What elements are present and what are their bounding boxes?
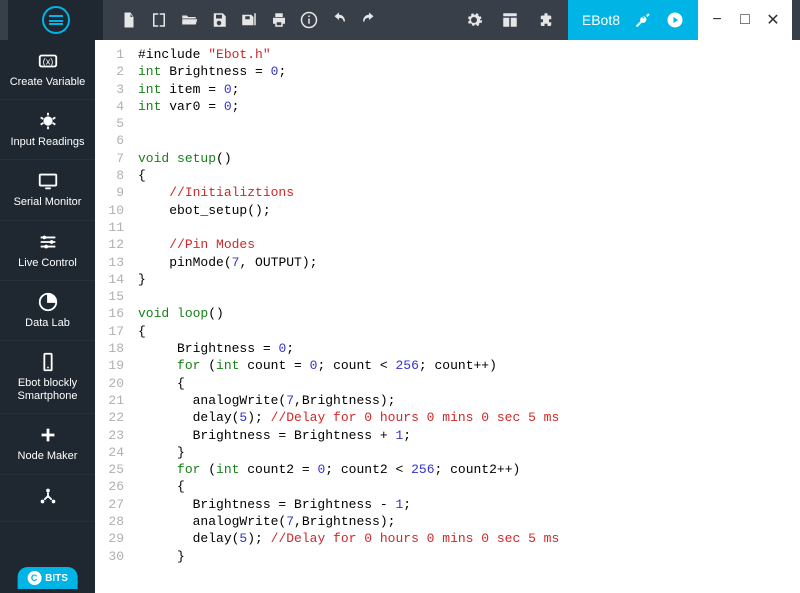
code-line: Brightness = Brightness - 1;	[138, 496, 800, 513]
sidebar-item-label: Data Lab	[25, 317, 70, 330]
undo-icon[interactable]	[325, 6, 353, 34]
smartphone-icon	[37, 351, 59, 373]
gear-icon[interactable]	[460, 6, 488, 34]
svg-text:(x): (x)	[42, 57, 53, 67]
sidebar-item-label: Node Maker	[18, 450, 78, 463]
sidebar-item-label: Create Variable	[10, 76, 86, 89]
code-line: void loop()	[138, 305, 800, 322]
code-line: Brightness = 0;	[138, 340, 800, 357]
network-icon	[37, 485, 59, 507]
variable-icon: (x)	[37, 50, 59, 72]
maximize-icon[interactable]: □	[736, 11, 754, 29]
code-area[interactable]: #include "Ebot.h"int Brightness = 0;int …	[130, 40, 800, 593]
bug-icon	[37, 110, 59, 132]
plus-icon	[37, 424, 59, 446]
toolbar: EBot8 − □ ✕	[0, 0, 800, 40]
sidebar-item-serial-monitor[interactable]: Serial Monitor	[0, 160, 95, 220]
code-line: {	[138, 167, 800, 184]
code-line: delay(5); //Delay for 0 hours 0 mins 0 s…	[138, 409, 800, 426]
sidebar-item-input-readings[interactable]: Input Readings	[0, 100, 95, 160]
redo-icon[interactable]	[355, 6, 383, 34]
tools-icon[interactable]	[634, 11, 652, 29]
code-line: void setup()	[138, 150, 800, 167]
code-line: {	[138, 323, 800, 340]
code-editor[interactable]: 1234567891011121314151617181920212223242…	[95, 40, 800, 593]
bits-label: BITS	[45, 573, 68, 584]
logo-cell	[8, 0, 103, 40]
book-icon[interactable]	[145, 6, 173, 34]
sidebar-item-node-maker[interactable]: Node Maker	[0, 414, 95, 474]
code-line	[138, 288, 800, 305]
code-line: ebot_setup();	[138, 202, 800, 219]
code-line: //Initializtions	[138, 184, 800, 201]
tab-ebot8[interactable]: EBot8	[568, 0, 698, 40]
code-line: analogWrite(7,Brightness);	[138, 513, 800, 530]
plugin-icon[interactable]	[532, 6, 560, 34]
code-line: }	[138, 548, 800, 565]
code-line: //Pin Modes	[138, 236, 800, 253]
line-gutter: 1234567891011121314151617181920212223242…	[95, 40, 130, 593]
sidebar-item-data-lab[interactable]: Data Lab	[0, 281, 95, 341]
save-icon[interactable]	[205, 6, 233, 34]
bits-c-icon: C	[27, 571, 41, 585]
code-line: analogWrite(7,Brightness);	[138, 392, 800, 409]
bits-badge[interactable]: C BITS	[17, 567, 78, 589]
sidebar-item-create-variable[interactable]: (x) Create Variable	[0, 40, 95, 100]
code-line: }	[138, 444, 800, 461]
new-file-icon[interactable]	[115, 6, 143, 34]
sidebar-item-label: Serial Monitor	[14, 196, 82, 209]
window-controls: − □ ✕	[698, 0, 792, 40]
code-line: int Brightness = 0;	[138, 63, 800, 80]
layout-icon[interactable]	[496, 6, 524, 34]
open-folder-icon[interactable]	[175, 6, 203, 34]
minimize-icon[interactable]: −	[708, 11, 726, 29]
code-line: {	[138, 478, 800, 495]
sidebar: (x) Create Variable Input Readings Seria…	[0, 40, 95, 593]
info-icon[interactable]	[295, 6, 323, 34]
code-line: {	[138, 375, 800, 392]
code-line: for (int count = 0; count < 256; count++…	[138, 357, 800, 374]
code-line: Brightness = Brightness + 1;	[138, 427, 800, 444]
code-line	[138, 219, 800, 236]
code-line: }	[138, 271, 800, 288]
pie-chart-icon	[37, 291, 59, 313]
play-icon[interactable]	[666, 11, 684, 29]
code-line: int var0 = 0;	[138, 98, 800, 115]
sliders-icon	[37, 231, 59, 253]
code-line: int item = 0;	[138, 81, 800, 98]
code-line	[138, 115, 800, 132]
code-line	[138, 132, 800, 149]
sidebar-item-live-control[interactable]: Live Control	[0, 221, 95, 281]
code-line: #include "Ebot.h"	[138, 46, 800, 63]
app-logo[interactable]	[42, 6, 70, 34]
sidebar-item-label: Input Readings	[11, 136, 85, 149]
sidebar-item-label: Live Control	[18, 257, 77, 270]
sidebar-item-label: Ebot blockly Smartphone	[4, 377, 91, 403]
code-line: for (int count2 = 0; count2 < 256; count…	[138, 461, 800, 478]
tab-label: EBot8	[582, 12, 620, 28]
monitor-icon	[37, 170, 59, 192]
close-icon[interactable]: ✕	[764, 10, 782, 30]
code-line: pinMode(7, OUTPUT);	[138, 254, 800, 271]
sidebar-item-network[interactable]	[0, 475, 95, 522]
print-icon[interactable]	[265, 6, 293, 34]
code-line: delay(5); //Delay for 0 hours 0 mins 0 s…	[138, 530, 800, 547]
save-all-icon[interactable]	[235, 6, 263, 34]
sidebar-item-ebot-blockly-smartphone[interactable]: Ebot blockly Smartphone	[0, 341, 95, 414]
